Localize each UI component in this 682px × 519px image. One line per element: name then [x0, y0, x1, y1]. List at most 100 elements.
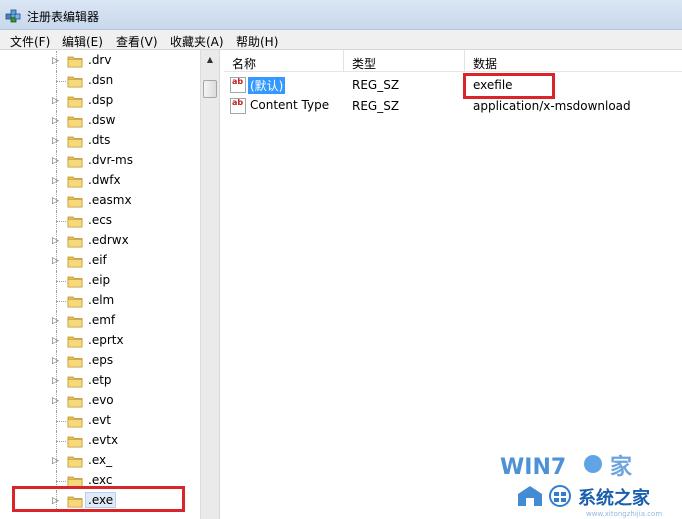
- tree-item-label: .eif: [88, 253, 107, 267]
- tree-item-label: .dsw: [88, 113, 116, 127]
- registry-key-tree[interactable]: ▷ .drv .dsn ▷ .dsp ▷ .dsw ▷ .dts ▷ .dvr-ms ▷ .dwfx ▷.…: [0, 50, 220, 519]
- folder-icon: [67, 96, 83, 108]
- expand-arrow-icon[interactable]: ▷: [52, 176, 62, 186]
- scroll-thumb[interactable]: [203, 80, 217, 98]
- tree-item-label: .evo: [88, 393, 114, 407]
- expand-arrow-icon[interactable]: ▷: [52, 196, 62, 206]
- tree-item[interactable]: ▷ .dsp: [0, 91, 200, 111]
- menu-favorites[interactable]: 收藏夹(A): [170, 33, 224, 50]
- tree-item[interactable]: ▷ .exe: [0, 491, 200, 511]
- window-title: 注册表编辑器: [27, 10, 100, 24]
- tree-item-label: .edrwx: [88, 233, 129, 247]
- tree-item[interactable]: ▷ .etp: [0, 371, 200, 391]
- tree-item-label: .dsn: [88, 73, 114, 87]
- folder-icon: [67, 56, 83, 68]
- folder-icon: [67, 216, 83, 228]
- tree-item[interactable]: ▷ .dvr-ms: [0, 151, 200, 171]
- tree-item-label: .dsp: [88, 93, 114, 107]
- expand-arrow-icon[interactable]: ▷: [52, 256, 62, 266]
- tree-item-label: .eps: [88, 353, 114, 367]
- tree-item-label: .elm: [88, 293, 115, 307]
- expand-arrow-icon[interactable]: ▷: [52, 236, 62, 246]
- folder-icon: [67, 456, 83, 468]
- tree-item[interactable]: ▷ .dts: [0, 131, 200, 151]
- tree-item[interactable]: ▷ .emf: [0, 311, 200, 331]
- watermark-logo: WIN7 家 系统之家 www.xitongzhijia.com: [498, 450, 682, 519]
- folder-icon: [67, 236, 83, 248]
- tree-item[interactable]: .exc: [0, 471, 200, 491]
- tree-item[interactable]: ▷ .drv: [0, 51, 200, 71]
- column-header-data[interactable]: 数据: [465, 50, 682, 72]
- value-name: Content Type: [250, 98, 330, 112]
- folder-icon: [67, 396, 83, 408]
- tree-item[interactable]: ▷ .dsw: [0, 111, 200, 131]
- tree-item[interactable]: ▷ .ex_: [0, 451, 200, 471]
- scroll-up-arrow-icon[interactable]: ▲: [201, 52, 219, 68]
- value-row-default[interactable]: ab (默认) REG_SZ exefile: [224, 74, 682, 96]
- menu-help[interactable]: 帮助(H): [236, 33, 278, 50]
- tree-item[interactable]: ▷ .dwfx: [0, 171, 200, 191]
- expand-arrow-icon[interactable]: ▷: [52, 456, 62, 466]
- folder-icon: [67, 316, 83, 328]
- tree-item[interactable]: .dsn: [0, 71, 200, 91]
- value-data: application/x-msdownload: [473, 99, 631, 113]
- expand-arrow-icon[interactable]: ▷: [52, 156, 62, 166]
- tree-item-label: .eprtx: [88, 333, 124, 347]
- expand-arrow-icon[interactable]: ▷: [52, 496, 62, 506]
- tree-item[interactable]: ▷ .eprtx: [0, 331, 200, 351]
- tree-item[interactable]: ▷ .evo: [0, 391, 200, 411]
- expand-arrow-icon[interactable]: ▷: [52, 56, 62, 66]
- string-value-icon: ab: [230, 77, 246, 93]
- tree-item[interactable]: .evtx: [0, 431, 200, 451]
- tree-item[interactable]: .ecs: [0, 211, 200, 231]
- tree-item-label: .evt: [88, 413, 112, 427]
- tree-item-label: .dvr-ms: [88, 153, 133, 167]
- tree-item[interactable]: .elm: [0, 291, 200, 311]
- value-data: exefile: [473, 78, 513, 92]
- tree-item-label: .ecs: [88, 213, 113, 227]
- tree-item-label: .exe: [85, 492, 117, 508]
- expand-arrow-icon[interactable]: ▷: [52, 356, 62, 366]
- tree-item[interactable]: .evt: [0, 411, 200, 431]
- folder-icon: [67, 476, 83, 488]
- tree-item-label: .dwfx: [88, 173, 121, 187]
- expand-arrow-icon[interactable]: ▷: [52, 96, 62, 106]
- tree-item-label: .ex_: [88, 453, 113, 467]
- menu-edit[interactable]: 编辑(E): [62, 33, 103, 50]
- tree-item[interactable]: .eip: [0, 271, 200, 291]
- menu-view[interactable]: 查看(V): [116, 33, 158, 50]
- tree-item-label: .easmx: [88, 193, 132, 207]
- tree-item[interactable]: ▷ .easmx: [0, 191, 200, 211]
- tree-item-label: .emf: [88, 313, 116, 327]
- tree-item[interactable]: ▷ .eps: [0, 351, 200, 371]
- value-row-content-type[interactable]: ab Content Type REG_SZ application/x-msd…: [224, 95, 682, 117]
- expand-arrow-icon[interactable]: ▷: [52, 376, 62, 386]
- folder-icon: [67, 496, 83, 508]
- tree-guide-stub: [56, 81, 66, 82]
- menu-bar: 文件(F) 编辑(E) 查看(V) 收藏夹(A) 帮助(H): [0, 30, 682, 50]
- expand-arrow-icon[interactable]: ▷: [52, 136, 62, 146]
- tree-scrollbar[interactable]: ▲: [200, 50, 219, 519]
- column-header-type[interactable]: 类型: [344, 50, 465, 72]
- svg-text:www.xitongzhijia.com: www.xitongzhijia.com: [586, 510, 662, 518]
- tree-item[interactable]: ▷ .eif: [0, 251, 200, 271]
- tree-guide-stub: [56, 481, 66, 482]
- menu-file[interactable]: 文件(F): [10, 33, 50, 50]
- column-header-name[interactable]: 名称: [224, 50, 344, 72]
- tree-guide-stub: [56, 301, 66, 302]
- value-type: REG_SZ: [352, 99, 400, 113]
- folder-icon: [67, 356, 83, 368]
- expand-arrow-icon[interactable]: ▷: [52, 316, 62, 326]
- expand-arrow-icon[interactable]: ▷: [52, 336, 62, 346]
- folder-icon: [67, 76, 83, 88]
- title-bar: 注册表编辑器: [0, 0, 682, 30]
- tree-item-label: .evtx: [88, 433, 119, 447]
- tree-item[interactable]: ▷ .edrwx: [0, 231, 200, 251]
- values-list[interactable]: 名称 类型 数据 ab (默认) REG_SZ exefile ab Conte…: [224, 50, 682, 519]
- folder-icon: [67, 256, 83, 268]
- folder-icon: [67, 276, 83, 288]
- expand-arrow-icon[interactable]: ▷: [52, 116, 62, 126]
- expand-arrow-icon[interactable]: ▷: [52, 396, 62, 406]
- tree-guide-stub: [56, 221, 66, 222]
- folder-icon: [67, 136, 83, 148]
